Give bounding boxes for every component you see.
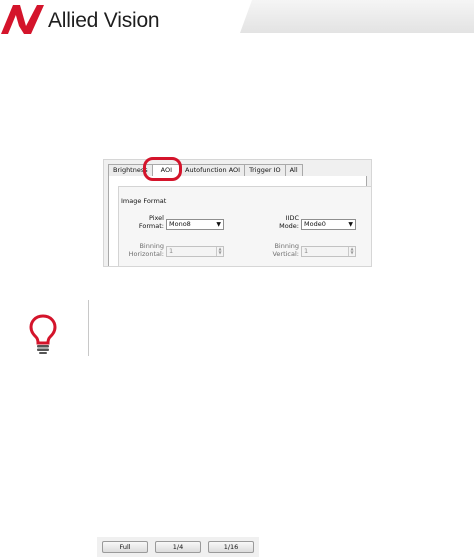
iidc-mode-select[interactable]: Mode0 ▼ [301, 219, 356, 230]
aoi-tab-highlight [143, 157, 182, 181]
tab-content: Image Format Pixel Format: Mono8 ▼ IIDC … [108, 176, 371, 266]
tab-trigger-io[interactable]: Trigger IO [244, 164, 286, 176]
dropdown-arrow-icon: ▼ [216, 221, 221, 228]
binning-horizontal-label: Binning Horizontal: [128, 242, 164, 258]
binning-buttons-bar: Full 1/4 1/16 [97, 537, 259, 557]
pixel-format-label: Pixel Format: [138, 214, 164, 230]
binning-vertical-label: Binning Vertical: [272, 242, 299, 258]
binning-vertical-spinner[interactable]: 1 ▲ ▼ [301, 246, 356, 257]
binning-horizontal-spinner[interactable]: 1 ▲ ▼ [166, 246, 224, 257]
header-band [240, 0, 474, 33]
brand-name: Allied Vision [48, 9, 160, 32]
spinner-arrows-icon[interactable]: ▲ ▼ [348, 247, 355, 256]
brand-logo: Allied Vision [0, 0, 200, 40]
tab-bar: Brightness AOI Autofunction AOI Trigger … [108, 164, 303, 177]
spinner-arrows-icon[interactable]: ▲ ▼ [216, 247, 223, 256]
pixel-format-select[interactable]: Mono8 ▼ [166, 219, 224, 230]
group-title: Image Format [121, 197, 167, 205]
sixteenth-button[interactable]: 1/16 [208, 541, 254, 553]
tip-divider [88, 300, 89, 356]
full-button[interactable]: Full [102, 541, 148, 553]
quarter-button[interactable]: 1/4 [155, 541, 201, 553]
tab-autofunction-aoi[interactable]: Autofunction AOI [180, 164, 246, 176]
allied-vision-logo [1, 5, 44, 34]
dropdown-arrow-icon: ▼ [348, 221, 353, 228]
iidc-mode-label: IIDC Mode: [279, 214, 299, 230]
tab-all[interactable]: All [284, 164, 303, 176]
lightbulb-icon [29, 314, 57, 354]
